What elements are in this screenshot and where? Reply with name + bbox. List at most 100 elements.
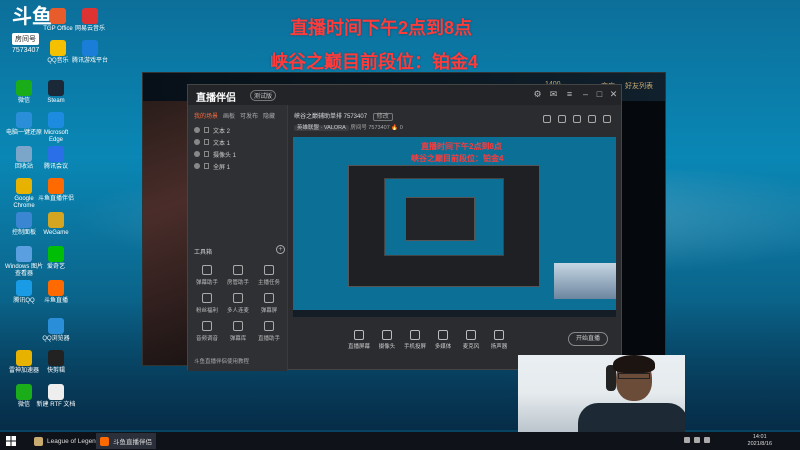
copy-icon[interactable]	[558, 115, 566, 123]
desktop-icon[interactable]: 快剪辑	[36, 350, 76, 375]
monitor-icon	[354, 330, 364, 340]
desktop-icon[interactable]: 腾讯游戏平台	[70, 40, 110, 65]
phone-cast-button[interactable]: 手机投屏	[401, 330, 429, 350]
overlay-caption-rank: 峡谷之巅目前段位：铂金4	[270, 52, 479, 72]
lock-icon[interactable]	[204, 163, 209, 169]
desktop-icon[interactable]: Microsoft Edge	[36, 112, 76, 143]
taskbar-app-companion[interactable]: 斗鱼直播伴侣	[96, 433, 156, 449]
screen-capture-button[interactable]: 直播屏幕	[345, 330, 373, 350]
lock-icon[interactable]	[204, 151, 209, 157]
tab-hidden[interactable]: 隐藏	[263, 111, 275, 120]
desktop-icon[interactable]: QQ浏览器	[36, 318, 76, 343]
scene-item[interactable]: 全屏 1	[188, 160, 287, 172]
mic-icon	[466, 330, 476, 340]
close-icon[interactable]: ✕	[608, 89, 619, 100]
app-icon	[48, 280, 64, 296]
lock-icon[interactable]	[204, 127, 209, 133]
taskbar-clock[interactable]: 14:01 2021/8/16	[748, 434, 772, 448]
desktop-icon-label: 腾讯会议	[43, 164, 68, 170]
tab-canvas[interactable]: 画板	[223, 111, 235, 120]
app-icon	[50, 8, 66, 24]
toolbox-add-icon[interactable]: +	[276, 245, 285, 254]
tool-danmaku-library[interactable]: 弹幕库	[223, 321, 253, 342]
eye-icon[interactable]	[194, 151, 200, 157]
helper-icon	[264, 321, 274, 331]
tool-fan-benefit[interactable]: 粉丝福利	[192, 293, 222, 314]
media-button[interactable]: 多媒体	[429, 330, 457, 350]
tab-publish[interactable]: 可发布	[240, 111, 258, 120]
eye-icon[interactable]	[194, 127, 200, 133]
scene-item[interactable]: 摄像头 1	[188, 148, 287, 160]
app-icon	[48, 178, 64, 194]
desktop-icon[interactable]: 爱奇艺	[36, 246, 76, 271]
stream-preview[interactable]: 直播时间下午2点到8点 峡谷之巅目前段位：铂金4	[293, 137, 616, 317]
desktop-icon-label: 快剪辑	[46, 368, 65, 374]
tray-network-icon[interactable]	[684, 437, 690, 443]
tab-scenes[interactable]: 我的场景	[194, 111, 218, 120]
lol-friends[interactable]: 好友列表	[625, 81, 653, 91]
screen-icon	[264, 293, 274, 303]
start-live-button[interactable]: 开始直播	[568, 332, 608, 346]
preview-nested-companion	[405, 197, 475, 241]
douyu-app-icon	[100, 436, 109, 446]
trash-icon[interactable]	[543, 115, 551, 123]
tool-danmaku-helper[interactable]: 弹幕助手	[192, 265, 222, 286]
scene-item[interactable]: 文本 2	[188, 124, 287, 136]
preview-webcam	[554, 263, 616, 299]
desktop-icon[interactable]: 网易云音乐	[70, 8, 110, 33]
tray-volume-icon[interactable]	[694, 437, 700, 443]
eye-icon[interactable]	[194, 163, 200, 169]
phone-icon	[410, 330, 420, 340]
desktop-icon[interactable]: 斗鱼直播伴侣	[36, 178, 76, 203]
eye-icon[interactable]	[194, 139, 200, 145]
companion-sidebar: 我的场景 画板 可发布 隐藏 文本 2 文本 1 摄像头 1 全屏 1 工具箱 …	[188, 105, 288, 371]
tool-live-helper[interactable]: 直播助手	[254, 321, 284, 342]
tool-host-task[interactable]: 主播任务	[254, 265, 284, 286]
fullscreen-icon[interactable]	[588, 115, 596, 123]
windows-start-icon[interactable]	[6, 436, 16, 446]
camera-button[interactable]: 摄像头	[373, 330, 401, 350]
desktop-icon[interactable]: 新建 RTF 文档	[36, 384, 76, 409]
desktop-icon[interactable]: WeGame	[36, 212, 76, 237]
edit-title-button[interactable]: 修改	[372, 113, 393, 121]
speaker-icon	[494, 330, 504, 340]
tray-ime-icon[interactable]	[704, 437, 710, 443]
app-icon	[16, 384, 32, 400]
room-category[interactable]: 英雄联盟 · VALORA	[294, 125, 349, 131]
tool-audio-mixer[interactable]: 音频调音	[192, 321, 222, 342]
app-icon	[16, 80, 32, 96]
scene-item[interactable]: 文本 1	[188, 136, 287, 148]
tool-multi-mic[interactable]: 多人连麦	[223, 293, 253, 314]
desktop-icon[interactable]: 斗鱼直播	[36, 280, 76, 305]
live-companion-window[interactable]: 直播伴侣 测试版 ⚙ ✉ ≡ – □ ✕ 我的场景 画板 可发布 隐藏 文本 2…	[187, 84, 622, 371]
fire-icon: 🔥	[391, 125, 399, 131]
desktop-icon-label: Microsoft Edge	[43, 130, 69, 143]
desktop-icon-label: 新建 RTF 文档	[36, 402, 76, 408]
settings-icon[interactable]: ⚙	[532, 89, 543, 100]
app-icon	[16, 178, 32, 194]
app-icon	[50, 40, 66, 56]
chat-icon	[202, 265, 212, 275]
app-icon	[82, 8, 98, 24]
system-tray	[684, 437, 710, 443]
desktop-icon[interactable]: 腾讯会议	[36, 146, 76, 171]
menu-icon[interactable]: ≡	[564, 89, 575, 100]
tutorial-link[interactable]: 斗鱼直播伴侣使用教程	[194, 357, 249, 365]
layout-icon[interactable]	[573, 115, 581, 123]
minimize-icon[interactable]: –	[580, 89, 591, 100]
room-meta-row: 英雄联盟 · VALORA 房间号 7573407 🔥 0	[294, 123, 403, 131]
share-icon[interactable]	[603, 115, 611, 123]
speaker-button[interactable]: 扬声器	[485, 330, 513, 350]
tool-room-admin[interactable]: 房管助手	[223, 265, 253, 286]
message-icon[interactable]: ✉	[548, 89, 559, 100]
overlay-caption-schedule: 直播时间下午2点到8点	[290, 18, 473, 38]
maximize-icon[interactable]: □	[594, 89, 605, 100]
preview-caption-rank: 峡谷之巅目前段位：铂金4	[411, 154, 504, 163]
desktop-icon[interactable]: Steam	[36, 80, 76, 105]
mic-button[interactable]: 麦克风	[457, 330, 485, 350]
tool-danmaku-screen[interactable]: 弹幕屏	[254, 293, 284, 314]
lock-icon[interactable]	[204, 139, 209, 145]
source-toolbar: 直播屏幕 摄像头 手机投屏 多媒体 麦克风 扬声器 开始直播	[293, 325, 616, 355]
app-icon	[48, 246, 64, 262]
app-icon	[16, 350, 32, 366]
